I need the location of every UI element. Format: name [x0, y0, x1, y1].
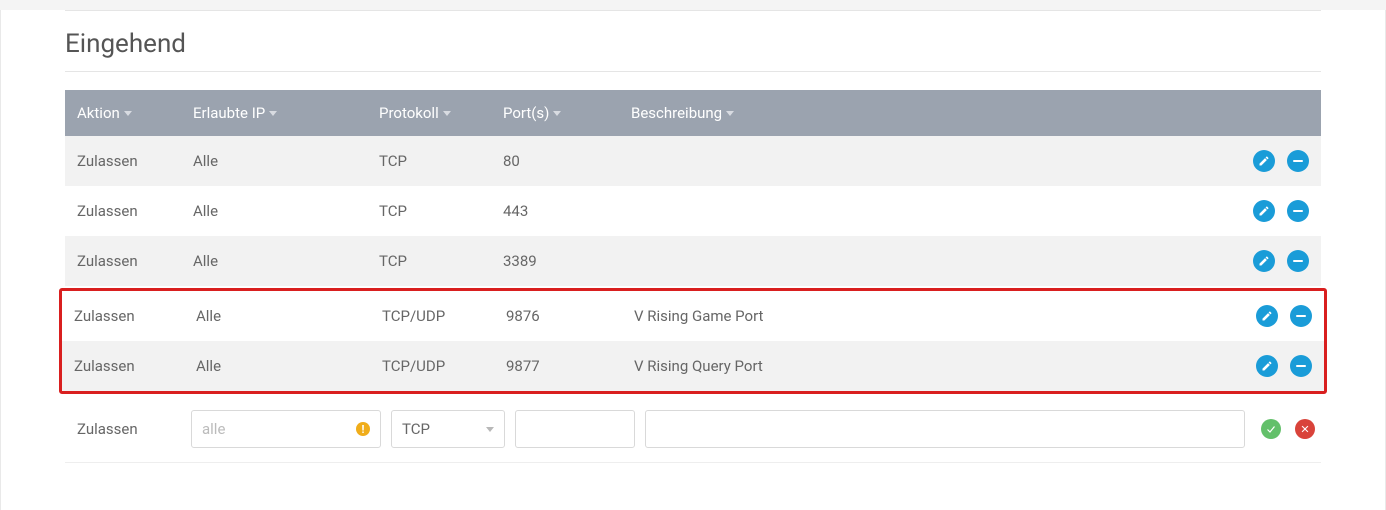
confirm-add-icon[interactable] [1261, 419, 1281, 439]
remove-icon[interactable] [1287, 150, 1309, 172]
cell-beschreibung [619, 136, 1231, 186]
chevron-down-icon [486, 427, 494, 432]
cell-actions [1231, 186, 1321, 236]
table-row: Zulassen Alle TCP/UDP 9877 V Rising Quer… [62, 341, 1324, 391]
col-header-ports[interactable]: Port(s) [491, 90, 619, 136]
cell-protokoll: TCP [367, 186, 491, 236]
rules-tbody: Zulassen Alle TCP 80 Zulassen Alle [65, 136, 1321, 286]
allowed-ip-placeholder: alle [202, 420, 225, 438]
cell-actions [1231, 136, 1321, 186]
cell-protokoll: TCP/UDP [370, 341, 494, 391]
protocol-select-value: TCP [402, 420, 430, 438]
col-header-beschreibung-label: Beschreibung [631, 104, 722, 122]
highlighted-rules-box: Zulassen Alle TCP/UDP 9876 V Rising Game… [59, 288, 1327, 394]
cell-aktion: Zulassen [62, 291, 184, 341]
cell-ports: 9877 [494, 341, 622, 391]
col-header-ports-label: Port(s) [503, 104, 549, 122]
cell-ports: 80 [491, 136, 619, 186]
cell-protokoll: TCP/UDP [370, 291, 494, 341]
remove-icon[interactable] [1287, 200, 1309, 222]
cell-ip: Alle [181, 236, 367, 286]
cell-ip: Alle [184, 291, 370, 341]
warning-icon: ! [356, 422, 370, 436]
cell-actions [1234, 341, 1324, 391]
cell-protokoll: TCP [367, 136, 491, 186]
sort-caret-icon [553, 111, 561, 116]
description-input[interactable] [645, 410, 1245, 448]
edit-icon[interactable] [1253, 250, 1275, 272]
col-header-ip[interactable]: Erlaubte IP [181, 90, 367, 136]
remove-icon[interactable] [1290, 305, 1312, 327]
cell-beschreibung [619, 236, 1231, 286]
cell-aktion: Zulassen [65, 236, 181, 286]
cell-beschreibung [619, 186, 1231, 236]
edit-icon[interactable] [1256, 305, 1278, 327]
edit-icon[interactable] [1253, 150, 1275, 172]
col-header-protokoll[interactable]: Protokoll [367, 90, 491, 136]
cell-actions [1231, 236, 1321, 286]
allowed-ip-input[interactable]: alle ! [191, 410, 381, 448]
cell-aktion: Zulassen [65, 136, 181, 186]
col-header-ip-label: Erlaubte IP [193, 104, 265, 122]
table-header-row: Aktion Erlaubte IP Protokoll Port(s) Bes… [65, 90, 1321, 136]
cell-ip: Alle [181, 136, 367, 186]
cell-protokoll: TCP [367, 236, 491, 286]
col-header-beschreibung[interactable]: Beschreibung [619, 90, 1231, 136]
cell-ip: Alle [181, 186, 367, 236]
remove-icon[interactable] [1287, 250, 1309, 272]
add-row-aktion-label: Zulassen [77, 420, 181, 438]
table-row: Zulassen Alle TCP 443 [65, 186, 1321, 236]
sort-caret-icon [726, 111, 734, 116]
add-rule-row: Zulassen alle ! TCP [65, 396, 1321, 463]
table-row: Zulassen Alle TCP 80 [65, 136, 1321, 186]
col-header-aktion[interactable]: Aktion [65, 90, 181, 136]
edit-icon[interactable] [1253, 200, 1275, 222]
col-header-actions [1231, 90, 1321, 136]
protocol-select[interactable]: TCP [391, 410, 505, 448]
cancel-add-icon[interactable] [1295, 419, 1315, 439]
table-row: Zulassen Alle TCP/UDP 9876 V Rising Game… [62, 291, 1324, 341]
cell-aktion: Zulassen [65, 186, 181, 236]
cell-ports: 3389 [491, 236, 619, 286]
col-header-aktion-label: Aktion [77, 104, 120, 122]
firewall-rules-table: Aktion Erlaubte IP Protokoll Port(s) Bes… [65, 90, 1321, 286]
sort-caret-icon [443, 111, 451, 116]
table-row: Zulassen Alle TCP 3389 [65, 236, 1321, 286]
cell-ports: 443 [491, 186, 619, 236]
ports-input[interactable] [515, 410, 635, 448]
cell-ports: 9876 [494, 291, 622, 341]
remove-icon[interactable] [1290, 355, 1312, 377]
divider-under-title [65, 71, 1321, 72]
cell-beschreibung: V Rising Query Port [622, 341, 1234, 391]
sort-caret-icon [124, 111, 132, 116]
sort-caret-icon [269, 111, 277, 116]
section-title: Eingehend [65, 29, 1321, 59]
divider-top [65, 10, 1321, 11]
cell-aktion: Zulassen [62, 341, 184, 391]
col-header-protokoll-label: Protokoll [379, 104, 439, 122]
cell-actions [1234, 291, 1324, 341]
cell-beschreibung: V Rising Game Port [622, 291, 1234, 341]
cell-ip: Alle [184, 341, 370, 391]
edit-icon[interactable] [1256, 355, 1278, 377]
